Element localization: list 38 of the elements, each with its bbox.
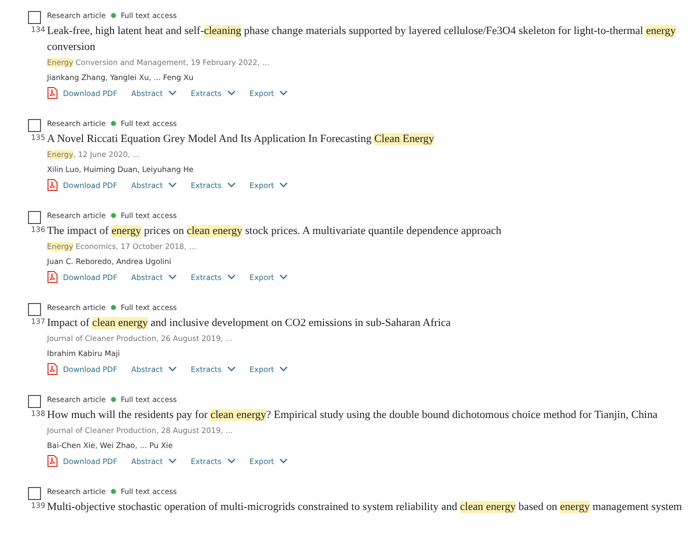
checkbox[interactable]	[28, 395, 41, 408]
chevron-icon	[168, 458, 177, 464]
chevron-icon	[168, 274, 177, 280]
chevron-icon	[279, 366, 288, 372]
access-dot-icon	[110, 13, 116, 18]
article-title-link[interactable]: The impact of energy prices on clean energy stock prices. A multivariate quantile dependence approach	[47, 223, 684, 239]
checkbox[interactable]	[28, 11, 41, 24]
chevron-icon	[168, 90, 177, 96]
pdf-icon	[47, 87, 58, 99]
article-title-link[interactable]: Impact of clean energy and inclusive development on CO2 emissions in sub-Saharan Africa	[47, 315, 684, 331]
chevron-icon	[279, 182, 288, 188]
chevron-icon	[279, 458, 288, 464]
article-title-link[interactable]: Multi-objective stochastic operation of multi-microgrids constrained to system reliability and clean energy based on energy management system	[47, 499, 684, 515]
chevron-icon	[168, 366, 177, 372]
access-dot-icon	[110, 305, 116, 310]
article-title-link[interactable]: A Novel Riccati Equation Grey Model And Its Application In Forecasting Clean Energy	[47, 131, 684, 147]
chevron-icon	[226, 366, 236, 372]
chevron-icon	[279, 274, 288, 280]
pdf-icon	[47, 455, 58, 467]
access-dot-icon	[110, 213, 116, 218]
checkbox[interactable]	[28, 303, 41, 316]
article-title-link[interactable]: Leak-free, high latent heat and self-cleaning phase change materials supported by layered cellulose/Fe3O4 skeleton for light-to-thermal energy conversion	[47, 23, 684, 55]
chevron-icon	[226, 458, 236, 464]
checkbox[interactable]	[28, 211, 41, 224]
chevron-icon	[226, 182, 236, 188]
article-title-link[interactable]: How much will the residents pay for clean energy? Empirical study using the double bound dichotomous choice method for Tianjin, China	[47, 407, 684, 423]
access-dot-icon	[110, 397, 116, 402]
chevron-icon	[226, 90, 236, 96]
chevron-icon	[168, 182, 177, 188]
pdf-icon	[47, 179, 58, 191]
chevron-icon	[279, 90, 288, 96]
access-dot-icon	[110, 489, 116, 494]
pdf-icon	[47, 363, 58, 375]
chevron-icon	[226, 274, 236, 280]
access-dot-icon	[110, 121, 116, 126]
pdf-icon	[47, 271, 58, 283]
checkbox[interactable]	[28, 487, 41, 500]
checkbox[interactable]	[28, 119, 41, 132]
